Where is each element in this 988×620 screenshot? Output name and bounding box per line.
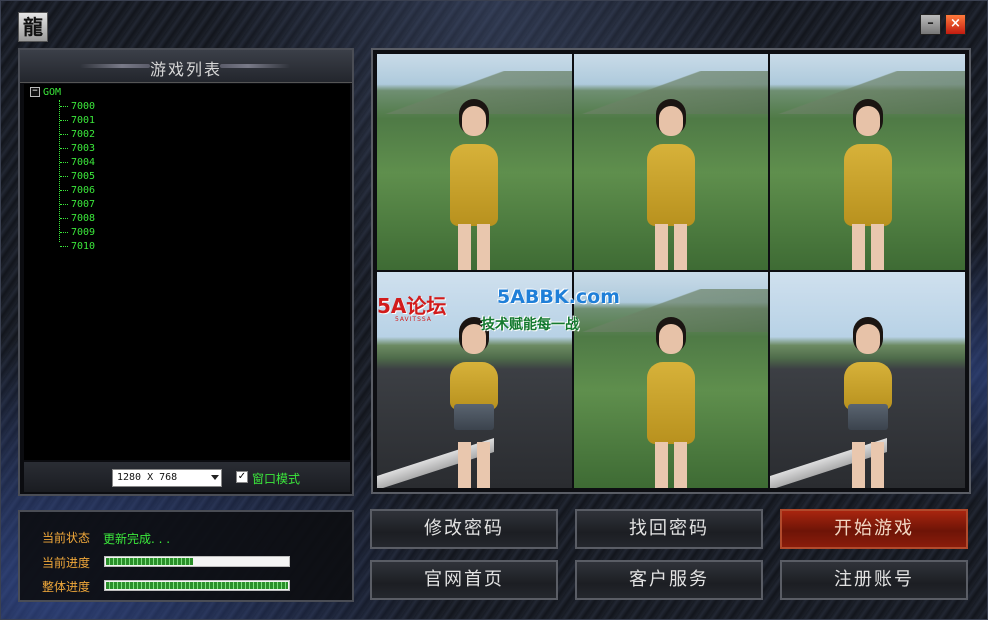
server-item[interactable]: 7003 (60, 142, 95, 156)
tree-branch (60, 133, 68, 135)
tree-branch (60, 119, 68, 121)
banner-photo (770, 272, 965, 488)
current-progress-label: 当前进度 (42, 556, 91, 570)
watermark-site: 5ABBK.com (497, 286, 620, 308)
server-label: 7000 (71, 101, 96, 112)
current-progress-fill (106, 558, 193, 565)
window-mode-label[interactable]: 窗口模式 (252, 470, 300, 487)
total-progress-label: 整体进度 (42, 580, 91, 594)
update-status-panel: 当前状态 更新完成. . . 当前进度 整体进度 (18, 510, 354, 602)
tree-branch (60, 147, 68, 149)
server-item[interactable]: 7004 (60, 156, 95, 170)
tree-branch (60, 217, 68, 219)
server-item[interactable]: 7007 (60, 198, 95, 212)
server-label: 7003 (71, 143, 96, 154)
game-list-title: 游戏列表 (149, 60, 222, 79)
resolution-value: 1280 X 768 (117, 472, 178, 483)
homepage-button[interactable]: 官网首页 (370, 560, 558, 600)
server-label: 7007 (71, 199, 96, 210)
server-item[interactable]: 7010 (60, 240, 95, 254)
customer-service-button[interactable]: 客户服务 (575, 560, 763, 600)
collapse-icon[interactable]: − (30, 87, 40, 97)
banner-photo (573, 54, 769, 270)
game-list-panel: 游戏列表 − GOM 7000 7001 7002 7003 7004 7005 7006 70… (18, 48, 354, 496)
server-label: 7004 (71, 157, 96, 168)
server-tree: − GOM 7000 7001 7002 7003 7004 7005 7006 7007 700… (24, 84, 350, 460)
total-progress-fill (106, 582, 288, 589)
tree-branch (60, 161, 68, 163)
close-button[interactable]: × (945, 14, 966, 35)
server-item[interactable]: 7005 (60, 170, 95, 184)
server-item[interactable]: 7001 (60, 114, 95, 128)
server-label: 7002 (71, 129, 96, 140)
watermark-logo-sub: 5AVITSSA (395, 316, 432, 323)
photo-grid (377, 54, 965, 488)
current-progress-bar (104, 556, 290, 567)
game-list-header: 游戏列表 (20, 50, 352, 83)
start-game-button[interactable]: 开始游戏 (780, 509, 968, 549)
server-item[interactable]: 7000 (60, 100, 95, 114)
banner-photo (770, 54, 965, 270)
server-label: 7008 (71, 213, 96, 224)
server-item[interactable]: 7008 (60, 212, 95, 226)
server-label: 7001 (71, 115, 96, 126)
tree-branch (60, 245, 68, 247)
forum-watermark: 5A论坛 5AVITSSA 5ABBK.com 技术赋能每一战 (377, 278, 627, 348)
dropdown-arrow-icon[interactable] (211, 475, 219, 480)
dragon-logo-icon: 龍 (18, 12, 48, 42)
tree-branch (60, 203, 68, 205)
server-label: 7005 (71, 171, 96, 182)
watermark-slogan: 技术赋能每一战 (481, 317, 579, 333)
change-password-button[interactable]: 修改密码 (370, 509, 558, 549)
register-account-button[interactable]: 注册账号 (780, 560, 968, 600)
recover-password-button[interactable]: 找回密码 (575, 509, 763, 549)
banner-image-panel: 5A论坛 5AVITSSA 5ABBK.com 技术赋能每一战 (371, 48, 971, 494)
dragon-ornament-icon (220, 64, 290, 68)
tree-branch (60, 189, 68, 191)
display-options-bar: 1280 X 768 ✓ 窗口模式 (24, 462, 350, 492)
tree-branch (60, 231, 68, 233)
server-label: 7010 (71, 241, 96, 252)
resolution-select[interactable]: 1280 X 768 (112, 469, 222, 487)
server-label: 7009 (71, 227, 96, 238)
server-label: 7006 (71, 185, 96, 196)
window-mode-checkbox[interactable]: ✓ (236, 471, 248, 483)
tree-root-label: GOM (43, 87, 62, 98)
server-item[interactable]: 7009 (60, 226, 95, 240)
tree-root-gom[interactable]: − GOM (30, 86, 61, 100)
current-state-label: 当前状态 (42, 531, 91, 545)
tree-branch (60, 175, 68, 177)
banner-photo (377, 54, 572, 270)
tree-branch (60, 105, 68, 107)
server-item[interactable]: 7002 (60, 128, 95, 142)
server-item[interactable]: 7006 (60, 184, 95, 198)
minimize-button[interactable]: – (920, 14, 941, 35)
current-state-value: 更新完成. . . (103, 532, 171, 546)
watermark-logo: 5A论坛 (377, 294, 447, 318)
total-progress-bar (104, 580, 290, 591)
